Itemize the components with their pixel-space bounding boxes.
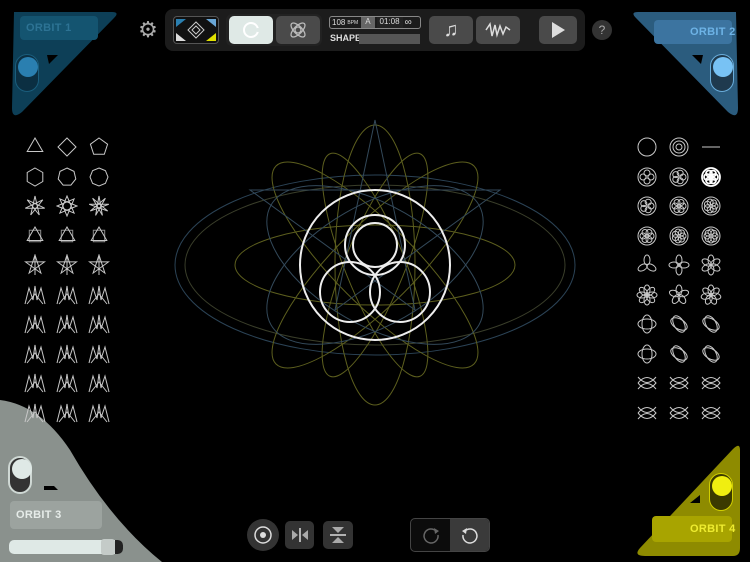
- orbit-1-label[interactable]: ORBIT 1: [26, 22, 72, 34]
- toggle-knob: [12, 459, 32, 479]
- trefoil-shape-icon[interactable]: [700, 166, 722, 188]
- crown-b-shape-icon[interactable]: [56, 284, 78, 306]
- triangle-shape-icon[interactable]: [24, 136, 46, 158]
- heptagon-shape-icon[interactable]: [56, 166, 78, 188]
- orb-shape-icon[interactable]: [668, 402, 690, 424]
- right-shape-palette: [636, 136, 722, 424]
- pentagon-shape-icon[interactable]: [88, 136, 110, 158]
- mirror-horizontal-button[interactable]: [285, 521, 314, 549]
- octagon-shape-icon[interactable]: [88, 166, 110, 188]
- lotus-a-shape-icon[interactable]: [24, 313, 46, 335]
- circle-shape-icon[interactable]: [636, 136, 658, 158]
- lotus-c-shape-icon[interactable]: [88, 313, 110, 335]
- leaf-a-shape-icon[interactable]: [24, 343, 46, 365]
- weave2-shape-icon[interactable]: [700, 313, 722, 335]
- flower4-shape-icon[interactable]: [636, 195, 658, 217]
- orbit-3-volume-slider[interactable]: [9, 539, 123, 555]
- orbit-canvas[interactable]: [160, 110, 590, 490]
- rotate-clockwise-icon: [422, 528, 439, 544]
- leaf-c-shape-icon[interactable]: [88, 343, 110, 365]
- flower5-shape-icon[interactable]: [668, 195, 690, 217]
- star8a-shape-icon[interactable]: [56, 195, 78, 217]
- crossleaf-shape-icon[interactable]: [700, 402, 722, 424]
- propeller-shape-icon[interactable]: [668, 254, 690, 276]
- pyramid-shape-icon[interactable]: [88, 225, 110, 247]
- star6-shape-icon[interactable]: [24, 195, 46, 217]
- fold-b-shape-icon[interactable]: [56, 372, 78, 394]
- square-cross-shape-icon[interactable]: [56, 225, 78, 247]
- daisy-shape-icon[interactable]: [636, 284, 658, 306]
- orbit-2-toggle[interactable]: [710, 54, 734, 92]
- knot-c-shape-icon[interactable]: [700, 372, 722, 394]
- fold-a-shape-icon[interactable]: [24, 372, 46, 394]
- star8b-shape-icon[interactable]: [88, 195, 110, 217]
- ring-in-shape-icon[interactable]: [700, 195, 722, 217]
- weave-shape-icon[interactable]: [668, 313, 690, 335]
- eye-shape-icon[interactable]: [668, 343, 690, 365]
- zig-a-shape-icon[interactable]: [24, 402, 46, 424]
- orbit-3-toggle[interactable]: [8, 456, 32, 494]
- star-c-shape-icon[interactable]: [88, 254, 110, 276]
- line-shape-icon[interactable]: [700, 136, 722, 158]
- star-b-shape-icon[interactable]: [56, 254, 78, 276]
- knot-a-shape-icon[interactable]: [636, 372, 658, 394]
- orbit-1-toggle[interactable]: [15, 54, 39, 92]
- swirl-shape-icon[interactable]: [700, 284, 722, 306]
- hexagon-shape-icon[interactable]: [24, 166, 46, 188]
- spiral-shape-icon[interactable]: [668, 136, 690, 158]
- clover-shape-icon[interactable]: [700, 254, 722, 276]
- target-icon: [254, 526, 272, 544]
- flower7-shape-icon[interactable]: [668, 225, 690, 247]
- slider-rest: [115, 540, 123, 554]
- toggle-knob: [713, 57, 733, 77]
- flower6-shape-icon[interactable]: [636, 225, 658, 247]
- lens-a-shape-icon[interactable]: [636, 343, 658, 365]
- zig-b-shape-icon[interactable]: [56, 402, 78, 424]
- mirror-horizontal-icon: [291, 528, 308, 542]
- orbit-4-toggle[interactable]: [709, 473, 733, 511]
- rose8-shape-icon[interactable]: [636, 254, 658, 276]
- zig-c-shape-icon[interactable]: [88, 402, 110, 424]
- daisy2-shape-icon[interactable]: [668, 284, 690, 306]
- orbit-4-label[interactable]: ORBIT 4: [690, 523, 736, 535]
- double-lens-shape-icon[interactable]: [700, 343, 722, 365]
- orbit-3-label[interactable]: ORBIT 3: [16, 509, 62, 521]
- ring-dot-shape-icon[interactable]: [636, 166, 658, 188]
- knot-b-shape-icon[interactable]: [668, 372, 690, 394]
- lotus-b-shape-icon[interactable]: [56, 313, 78, 335]
- ring-dots-shape-icon[interactable]: [700, 225, 722, 247]
- direction-toggle: [410, 518, 490, 552]
- bowtie-shape-icon[interactable]: [636, 313, 658, 335]
- leaf-b-shape-icon[interactable]: [56, 343, 78, 365]
- counter-clockwise-button[interactable]: [450, 519, 489, 551]
- clockwise-button[interactable]: [411, 519, 450, 551]
- orbit-2-label[interactable]: ORBIT 2: [690, 26, 736, 38]
- knot-d-shape-icon[interactable]: [636, 402, 658, 424]
- star-a-shape-icon[interactable]: [24, 254, 46, 276]
- toggle-knob: [18, 57, 38, 77]
- center-button[interactable]: [247, 519, 279, 551]
- mirror-vertical-button[interactable]: [323, 521, 353, 549]
- left-shape-palette: [24, 136, 110, 424]
- fold-c-shape-icon[interactable]: [88, 372, 110, 394]
- slider-thumb[interactable]: [101, 539, 115, 555]
- diamond-shape-icon[interactable]: [56, 136, 78, 158]
- rotate-counter-clockwise-icon: [461, 528, 478, 544]
- crown-a-shape-icon[interactable]: [24, 284, 46, 306]
- mirror-vertical-icon: [330, 527, 346, 543]
- double-ring-shape-icon[interactable]: [668, 166, 690, 188]
- star-tri-shape-icon[interactable]: [24, 225, 46, 247]
- toggle-knob: [712, 476, 732, 496]
- crown-c-shape-icon[interactable]: [88, 284, 110, 306]
